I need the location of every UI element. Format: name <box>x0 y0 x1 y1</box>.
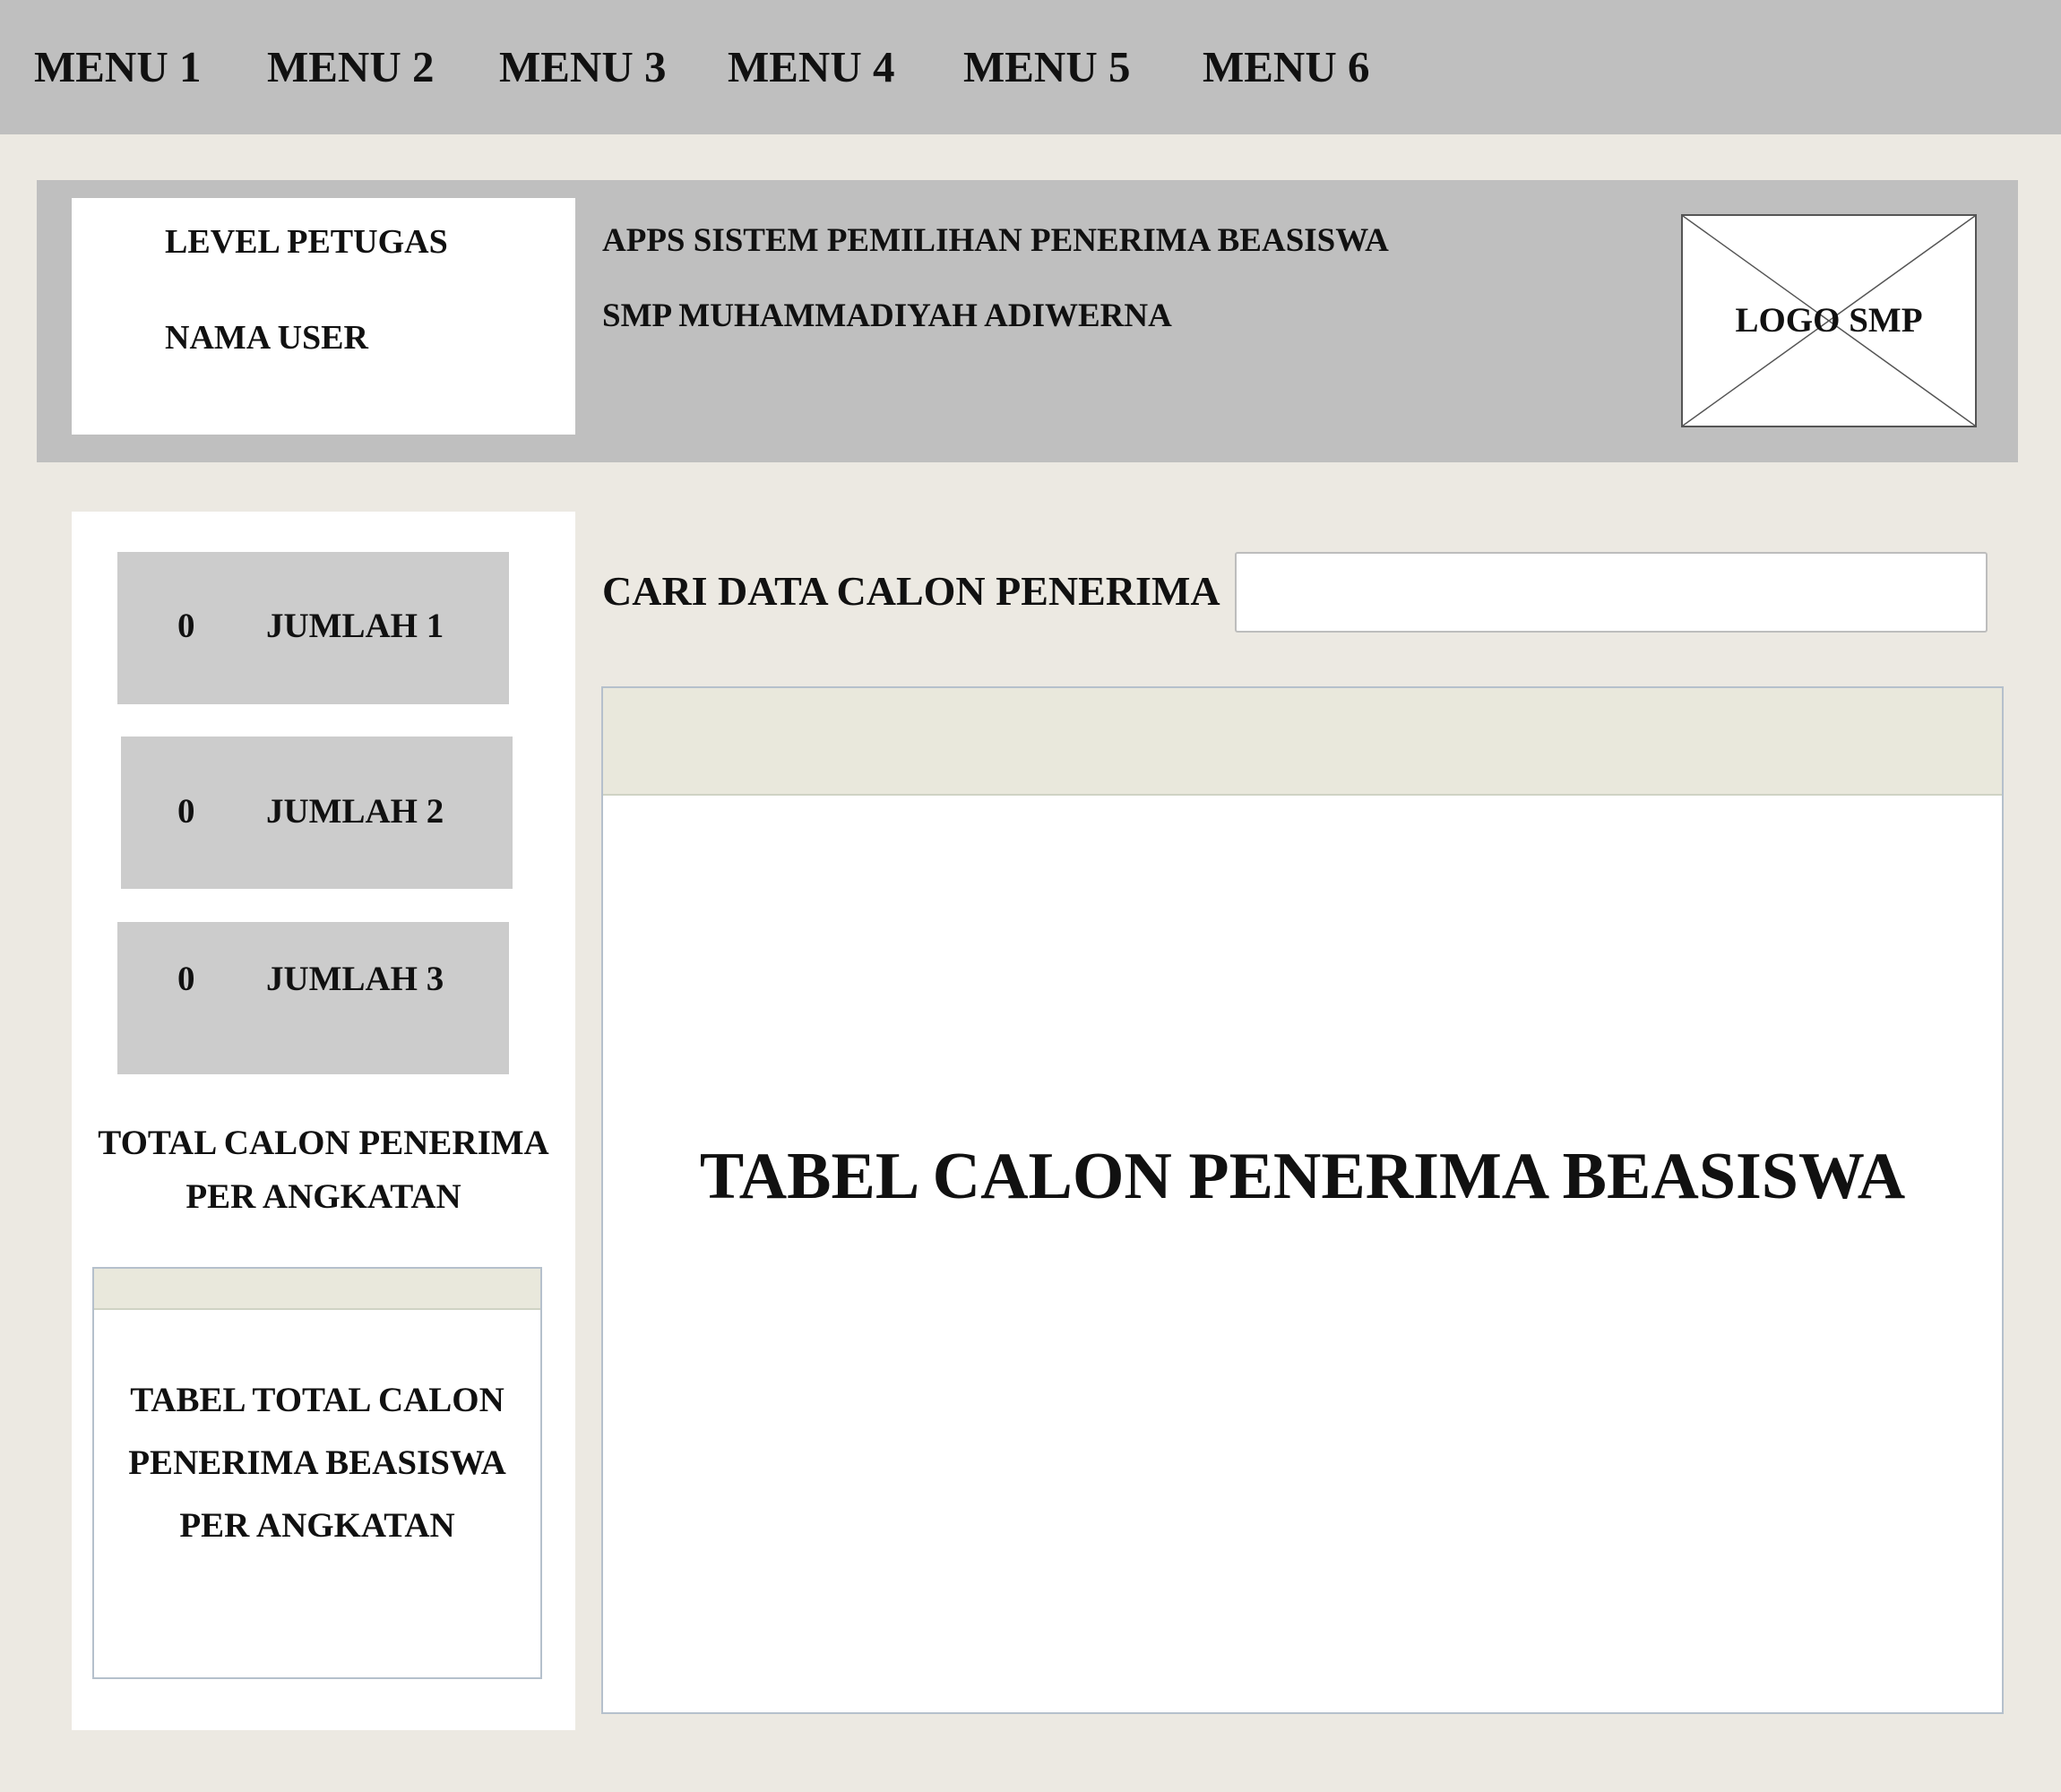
stat-card-2: 0 JUMLAH 2 <box>121 737 513 889</box>
stat-card-3: 0 JUMLAH 3 <box>117 922 509 1074</box>
candidates-table: TABEL CALON PENERIMA BEASISWA <box>601 686 2004 1714</box>
candidates-table-header <box>603 688 2002 796</box>
menu-item-1[interactable]: MENU 1 <box>34 40 201 94</box>
stat-label: JUMLAH 3 <box>266 960 444 998</box>
mini-table-placeholder-label: TABEL TOTAL CALON PENERIMA BEASISWA PER … <box>94 1369 540 1557</box>
user-level: LEVEL PETUGAS <box>165 223 448 261</box>
menu-item-5[interactable]: MENU 5 <box>963 40 1130 94</box>
logo-label: LOGO SMP <box>1735 301 1923 340</box>
stat-value: 0 <box>177 792 195 831</box>
menu-item-4[interactable]: MENU 4 <box>728 40 894 94</box>
total-heading-line-2: PER ANGKATAN <box>185 1177 461 1216</box>
menu-item-6[interactable]: MENU 6 <box>1203 40 1369 94</box>
total-per-batch-table: TABEL TOTAL CALON PENERIMA BEASISWA PER … <box>92 1267 542 1679</box>
total-heading-line-1: TOTAL CALON PENERIMA <box>98 1124 549 1162</box>
stat-value: 0 <box>177 960 195 998</box>
total-per-batch-heading: TOTAL CALON PENERIMA PER ANGKATAN <box>72 1116 575 1224</box>
stat-label: JUMLAH 1 <box>266 607 444 645</box>
school-name: SMP MUHAMMADIYAH ADIWERNA <box>602 297 1172 334</box>
search-input[interactable] <box>1235 552 1988 633</box>
mini-table-header <box>94 1269 540 1310</box>
user-name: NAMA USER <box>165 319 368 357</box>
app-title: APPS SISTEM PEMILIHAN PENERIMA BEASISWA <box>602 222 1389 259</box>
mini-table-label-line-1: TABEL TOTAL CALON <box>130 1381 504 1419</box>
stat-label: JUMLAH 2 <box>266 792 444 831</box>
search-label: CARI DATA CALON PENERIMA <box>602 568 1220 614</box>
school-logo-placeholder: LOGO SMP <box>1681 214 1977 427</box>
mini-table-label-line-2: PENERIMA BEASISWA <box>128 1443 506 1482</box>
stat-value: 0 <box>177 607 195 645</box>
menu-item-2[interactable]: MENU 2 <box>267 40 434 94</box>
top-menu-bar: MENU 1 MENU 2 MENU 3 MENU 4 MENU 5 MENU … <box>0 0 2061 134</box>
candidates-table-placeholder-label: TABEL CALON PENERIMA BEASISWA <box>699 1140 1906 1213</box>
stat-card-1: 0 JUMLAH 1 <box>117 552 509 704</box>
user-info-box: LEVEL PETUGAS NAMA USER <box>72 198 575 435</box>
menu-item-3[interactable]: MENU 3 <box>499 40 666 94</box>
mini-table-label-line-3: PER ANGKATAN <box>179 1506 455 1545</box>
